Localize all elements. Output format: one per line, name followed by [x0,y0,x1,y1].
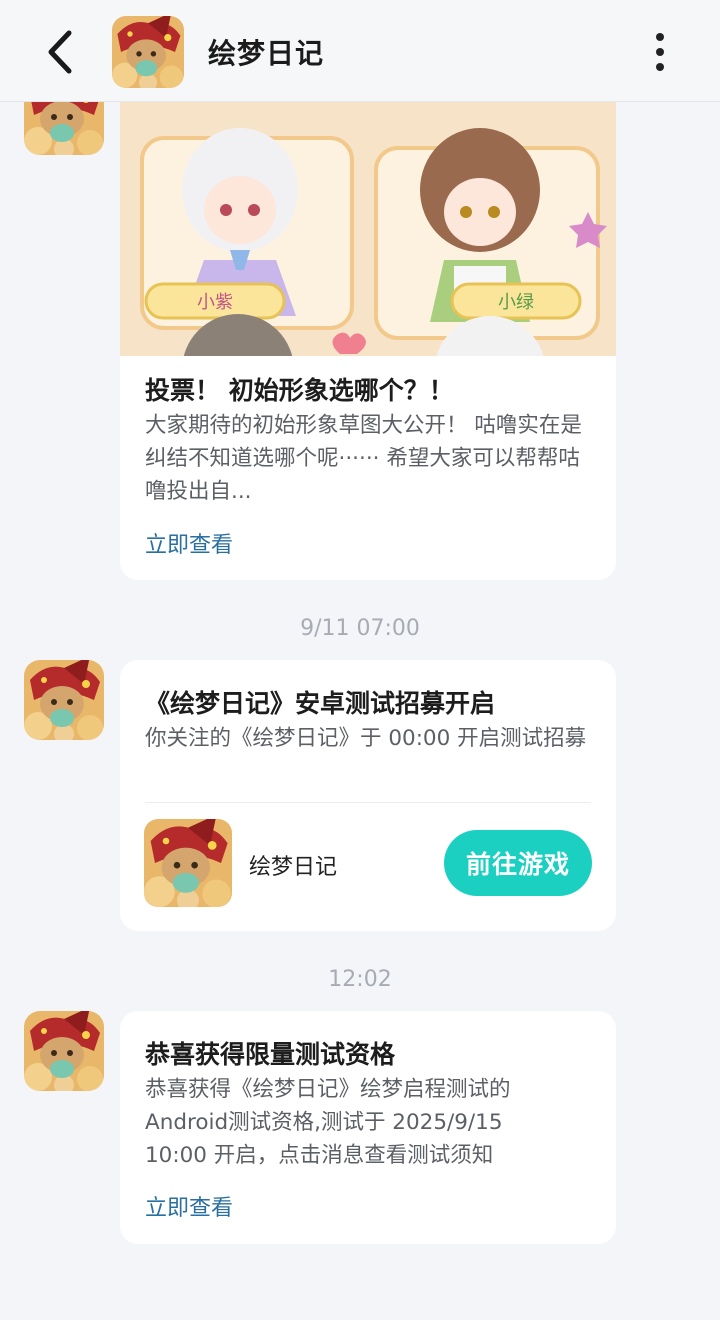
sender-avatar[interactable] [24,660,104,740]
message-body: 恭喜获得《绘梦日记》绘梦启程测试的 Android测试资格,测试于 2025/9… [145,1073,595,1172]
message-body: 你关注的《绘梦日记》于 00:00 开启测试招募 [145,726,587,751]
more-options-button[interactable] [640,30,680,74]
timestamp: 9/11 07:00 [300,616,420,641]
char-left-label: 小紫 [197,292,233,313]
view-now-link[interactable]: 立即查看 [145,527,233,559]
message-title: 恭喜获得限量测试资格 [145,1040,396,1069]
char-right-label: 小绿 [498,292,534,313]
go-to-game-button[interactable]: 前往游戏 [444,830,592,896]
divider [145,802,591,803]
message-body-line: 恭喜获得《绘梦日记》绘梦启程测试的 [145,1077,511,1102]
more-vertical-icon [656,33,664,41]
message-body: 大家期待的初始形象草图大公开！ 咕噜实在是纠结不知道选哪个呢······ 希望大… [145,413,582,504]
message-body-line: 10:00 开启，点击消息查看测试须知 [145,1143,494,1168]
back-button[interactable] [36,24,84,80]
message-title: 《绘梦日记》安卓测试招募开启 [145,689,496,718]
view-now-link[interactable]: 立即查看 [145,1190,233,1222]
page-title: 绘梦日记 [208,37,325,70]
game-icon[interactable] [144,819,232,907]
message-card-recruit[interactable]: 《绘梦日记》安卓测试招募开启 你关注的《绘梦日记》于 00:00 开启测试招募 … [120,660,616,931]
top-bar: 绘梦日记 [0,0,720,102]
message-title: 投票！ 初始形象选哪个？！ [145,376,454,405]
message-card-qualification[interactable]: 恭喜获得限量测试资格 恭喜获得《绘梦日记》绘梦启程测试的 Android测试资格… [120,1011,616,1244]
game-avatar[interactable] [112,16,184,88]
chevron-left-icon [48,30,72,74]
game-name: 绘梦日记 [249,855,338,880]
message-body-line: Android测试资格,测试于 2025/9/15 [145,1110,503,1135]
timestamp: 12:02 [328,967,392,992]
message-card-vote[interactable]: 小紫 小绿 投票！ 初始形象选哪个？！ 大家期待的初始形象草图大公开！ 咕噜实在… [120,60,616,580]
banner-image[interactable]: 小紫 小绿 [120,60,616,356]
sender-avatar[interactable] [24,1011,104,1091]
